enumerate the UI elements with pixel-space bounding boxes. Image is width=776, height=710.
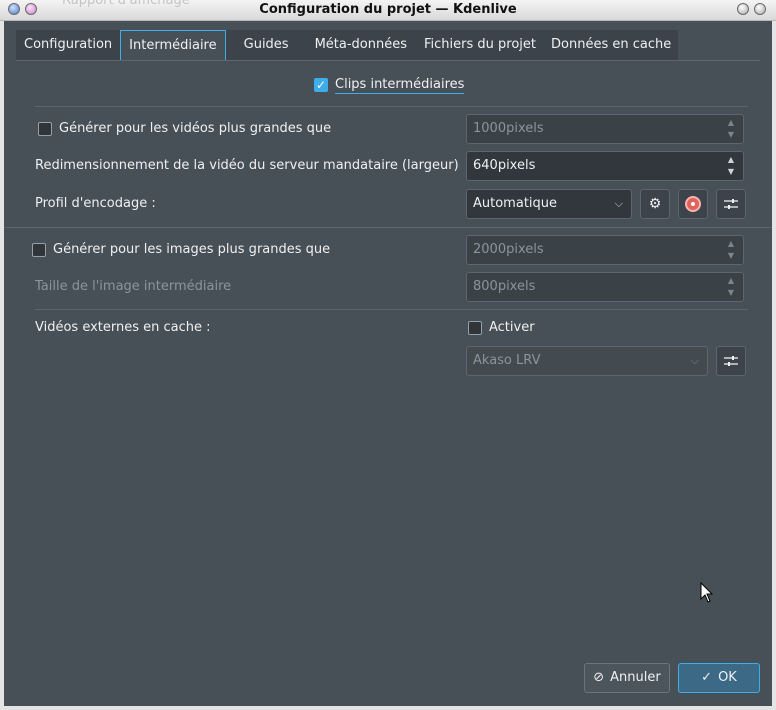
tab-fichiers-projet[interactable]: Fichiers du projet [416,30,544,60]
window-close-button[interactable] [754,3,766,15]
tab-configuration[interactable]: Configuration [16,30,121,60]
sliders-icon [724,356,738,366]
external-proxy-activate-label: Activer [489,320,535,335]
proxy-image-size-value: 800pixels [473,279,536,294]
external-proxy-checkbox[interactable] [468,321,482,335]
spin-arrows-icon[interactable]: ▲ ▼ [725,275,737,299]
window-titlebar: Rapport d'affichage Configuration du pro… [0,0,776,21]
tab-frame-line [16,60,760,61]
tab-metadonnees[interactable]: Méta-données [306,30,416,60]
profile-check-button[interactable] [678,189,708,219]
target-icon [685,196,701,212]
separator [35,309,748,310]
profile-settings-button[interactable]: ⚙ [640,189,670,219]
window-maximize-button[interactable] [737,3,749,15]
ok-button-label: OK [718,670,737,685]
images-size-spinbox[interactable]: 2000pixels ▲ ▼ [466,235,744,265]
external-proxy-profile-combo[interactable]: Akaso LRV ⌵ [466,346,708,376]
proxy-resize-value: 640pixels [473,158,536,173]
spin-arrows-icon[interactable]: ▲ ▼ [725,117,737,141]
videos-size-spinbox[interactable]: 1000pixels ▲ ▼ [466,114,744,144]
images-size-value: 2000pixels [473,242,544,257]
proxy-image-size-label: Taille de l'image intermédiaire [35,279,232,294]
mouse-pointer-icon [700,582,714,603]
proxy-clips-label: Clips intermédiaires [335,77,465,94]
encoding-profile-label: Profil d'encodage : [35,196,156,211]
proxy-clips-checkbox[interactable]: ✓ [314,78,328,92]
dialog-panel: Configuration Intermédiaire Guides Méta-… [4,21,772,706]
cancel-button-label: Annuler [610,670,661,685]
tab-guides[interactable]: Guides [225,30,307,60]
external-proxy-profile-value: Akaso LRV [473,353,541,368]
sliders-icon [724,199,738,209]
tab-bar: Configuration Intermédiaire Guides Méta-… [16,30,679,61]
encoding-profile-combo[interactable]: Automatique ⌵ [466,189,632,219]
tab-intermediaire[interactable]: Intermédiaire [120,30,226,61]
proxy-resize-label: Redimensionnement de la vidéo du serveur… [35,158,459,173]
separator [4,227,772,228]
separator [35,106,748,107]
generate-images-label: Générer pour les images plus grandes que [53,242,331,257]
proxy-image-size-spinbox[interactable]: 800pixels ▲ ▼ [466,272,744,302]
check-icon: ✓ [701,670,713,685]
chevron-down-icon: ⌵ [690,354,699,367]
chevron-down-icon: ⌵ [614,197,623,210]
videos-size-value: 1000pixels [473,121,544,136]
encoding-profile-value: Automatique [473,196,558,211]
spin-arrows-icon[interactable]: ▲ ▼ [725,154,737,178]
cancel-button[interactable]: ⊘ Annuler [584,663,670,693]
external-proxy-edit-button[interactable] [716,346,746,376]
window-title: Configuration du projet — Kdenlive [259,2,517,17]
proxy-resize-spinbox[interactable]: 640pixels ▲ ▼ [466,151,744,181]
tab-donnees-cache[interactable]: Données en cache [544,30,679,60]
ok-button[interactable]: ✓ OK [678,663,760,693]
generate-videos-checkbox[interactable] [38,122,52,136]
cancel-icon: ⊘ [593,670,605,685]
generate-videos-label: Générer pour les vidéos plus grandes que [59,121,332,136]
generate-images-checkbox[interactable] [32,243,46,257]
spin-arrows-icon[interactable]: ▲ ▼ [725,238,737,262]
gear-icon: ⚙ [648,196,662,212]
profile-edit-button[interactable] [716,189,746,219]
external-proxy-label: Vidéos externes en cache : [35,320,211,335]
